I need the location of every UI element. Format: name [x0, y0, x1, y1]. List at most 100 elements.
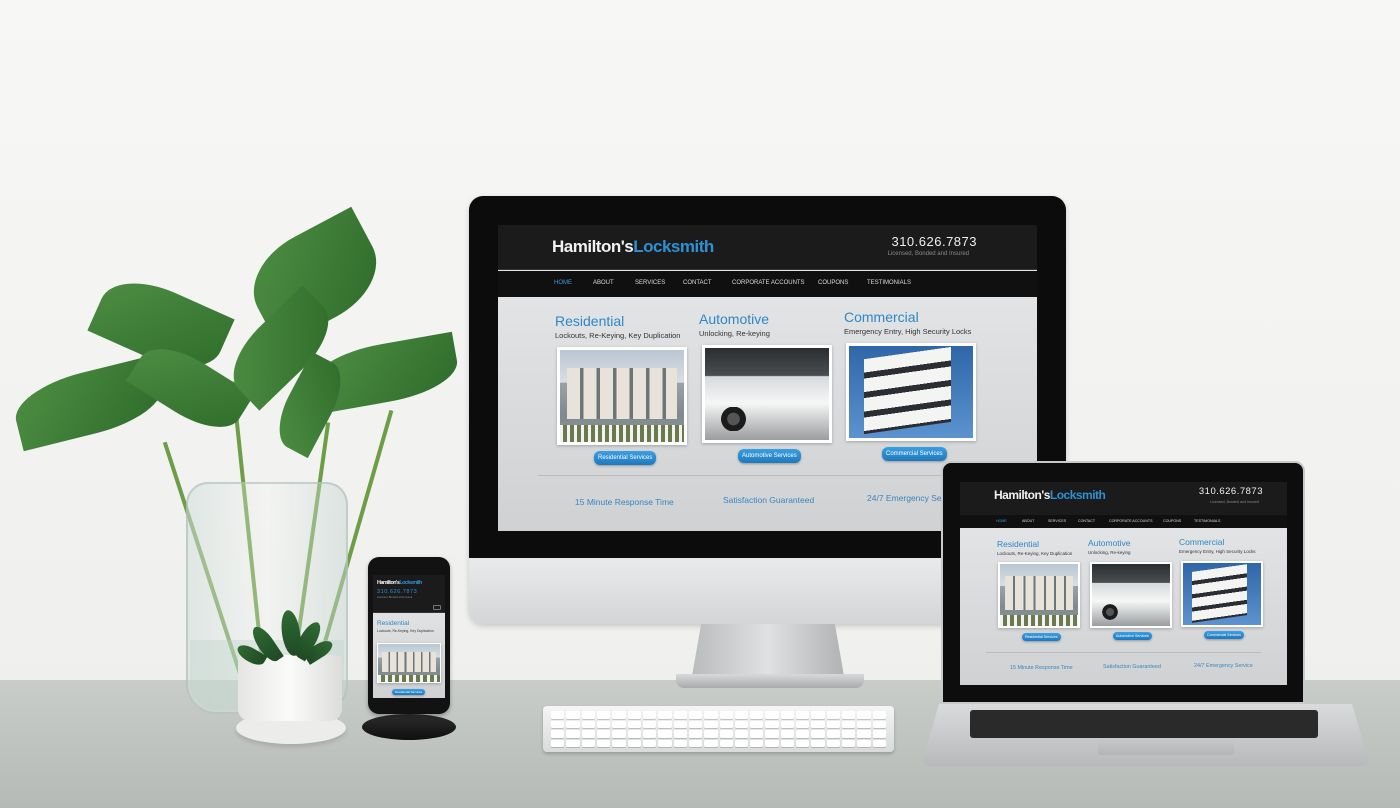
- logo-text-hamiltons: Hamilton's: [552, 237, 634, 256]
- logo-text-locksmith: Locksmith: [399, 580, 422, 586]
- header-phone-number[interactable]: 310.626.7873: [1199, 486, 1263, 497]
- residential-photo: [377, 643, 441, 683]
- keyboard-key: [612, 730, 626, 738]
- keyboard-key: [719, 720, 733, 728]
- keyboard-key: [857, 711, 871, 719]
- menu-toggle-icon[interactable]: [433, 605, 441, 610]
- feature-emergency: 24/7 Emergency Service: [1194, 663, 1253, 669]
- commercial-services-button[interactable]: Commercial Services: [1204, 631, 1244, 639]
- nav-corporate-accounts[interactable]: Corporate Accounts: [732, 280, 805, 286]
- keyboard-key: [551, 720, 565, 728]
- nav-testimonials[interactable]: Testimonials: [1194, 519, 1220, 523]
- nav-contact[interactable]: Contact: [1078, 519, 1095, 523]
- keyboard-key: [596, 739, 611, 747]
- nav-coupons[interactable]: Coupons: [818, 280, 848, 286]
- keyboard-key: [842, 711, 856, 719]
- nav-corporate-accounts[interactable]: Corporate Accounts: [1109, 519, 1152, 523]
- keyboard-key: [688, 711, 703, 719]
- keyboard-key: [642, 720, 657, 728]
- residential-services-button[interactable]: Residential Services: [1022, 633, 1061, 641]
- site-logo[interactable]: Hamilton'sLocksmith: [377, 580, 422, 586]
- residential-services-button[interactable]: Residential Services: [392, 689, 426, 695]
- site-logo[interactable]: Hamilton'sLocksmith: [552, 237, 714, 257]
- keyboard-key: [627, 730, 641, 738]
- nav-testimonials[interactable]: Testimonials: [867, 280, 911, 286]
- keyboard-key: [612, 739, 626, 747]
- keyboard-key: [596, 711, 611, 719]
- logo-text-hamiltons: Hamilton's: [377, 580, 400, 586]
- logo-text-locksmith: Locksmith: [1049, 488, 1106, 502]
- residential-services-button[interactable]: Residential Services: [594, 451, 657, 465]
- section-subtitle-commercial: Emergency Entry, High Security Locks: [844, 327, 972, 336]
- keyboard-key: [796, 711, 810, 719]
- nav-coupons[interactable]: Coupons: [1163, 519, 1181, 523]
- section-subtitle-automotive: Unlocking, Re-keying: [1088, 550, 1131, 555]
- keyboard-key: [842, 730, 856, 738]
- divider: [986, 652, 1261, 653]
- succulent-pot: [238, 655, 342, 721]
- keyboard-key: [734, 730, 749, 738]
- keyboard-key: [719, 711, 733, 719]
- header-phone-number[interactable]: 310.626.7873: [377, 589, 417, 595]
- wireless-keyboard: [543, 706, 894, 752]
- keyboard-key: [780, 739, 795, 747]
- site-logo[interactable]: Hamilton'sLocksmith: [994, 488, 1106, 502]
- commercial-photo: [1181, 561, 1263, 627]
- laptop-keyboard: [970, 710, 1318, 738]
- feature-satisfaction: Satisfaction Guaranteed: [1103, 664, 1161, 670]
- keyboard-key: [688, 730, 703, 738]
- keyboard-key: [872, 730, 886, 738]
- keyboard-key: [857, 730, 871, 738]
- site-header: Hamilton'sLocksmith 310.626.7873 License…: [373, 575, 445, 613]
- keyboard-key: [780, 720, 795, 728]
- automotive-services-button[interactable]: Automotive Services: [738, 449, 801, 463]
- keyboard-key: [780, 711, 795, 719]
- feature-response-time: 15 Minute Response Time: [1010, 665, 1073, 671]
- phone-website: Hamilton'sLocksmith 310.626.7873 License…: [373, 575, 445, 698]
- keyboard-key: [857, 720, 871, 728]
- keyboard-key: [811, 720, 825, 728]
- keyboard-key: [627, 739, 641, 747]
- logo-text-hamiltons: Hamilton's: [994, 488, 1050, 502]
- nav-about[interactable]: About: [593, 280, 614, 286]
- nav-services[interactable]: Services: [635, 280, 665, 286]
- residential-photo: [998, 562, 1080, 628]
- keyboard-key: [642, 739, 657, 747]
- nav-services[interactable]: Services: [1048, 519, 1066, 523]
- keyboard-key: [719, 739, 733, 747]
- automotive-services-button[interactable]: Automotive Services: [1113, 632, 1152, 640]
- main-nav: Home About Services Contact Corporate Ac…: [960, 515, 1287, 528]
- keyboard-key: [826, 739, 841, 747]
- keyboard-key: [765, 730, 779, 738]
- nav-home[interactable]: Home: [554, 280, 572, 286]
- commercial-services-button[interactable]: Commercial Services: [882, 447, 947, 461]
- keyboard-key: [704, 739, 718, 747]
- keyboard-key: [750, 739, 764, 747]
- keyboard-key: [627, 711, 641, 719]
- section-subtitle-residential: Lockouts, Re-Keying, Key Duplication: [997, 551, 1073, 556]
- site-header: Hamilton'sLocksmith 310.626.7873 License…: [498, 225, 1037, 270]
- feature-response-time: 15 Minute Response Time: [575, 497, 674, 507]
- automotive-photo: [1090, 562, 1172, 628]
- keyboard-key: [612, 711, 626, 719]
- imac-stand-base: [676, 674, 864, 688]
- keyboard-key: [566, 720, 580, 728]
- header-tagline: Licensed, Bonded and Insured: [377, 596, 413, 599]
- nav-home[interactable]: Home: [996, 519, 1007, 523]
- keyboard-key: [842, 739, 856, 747]
- nav-contact[interactable]: Contact: [683, 280, 712, 286]
- section-title-residential: Residential: [377, 620, 410, 627]
- keyboard-key: [796, 739, 810, 747]
- main-nav: Home About Services Contact Corporate Ac…: [498, 271, 1037, 297]
- header-phone-number[interactable]: 310.626.7873: [891, 234, 977, 249]
- keyboard-key: [688, 720, 703, 728]
- keyboard-key: [627, 720, 641, 728]
- commercial-photo: [846, 343, 976, 441]
- section-title-automotive: Automotive: [699, 311, 770, 327]
- section-subtitle-residential: Lockouts, Re-Keying, Key Duplication: [555, 331, 681, 340]
- keyboard-key: [796, 730, 810, 738]
- keyboard-key: [750, 720, 764, 728]
- section-title-residential: Residential: [555, 313, 625, 329]
- nav-about[interactable]: About: [1022, 519, 1034, 523]
- keyboard-key: [826, 711, 841, 719]
